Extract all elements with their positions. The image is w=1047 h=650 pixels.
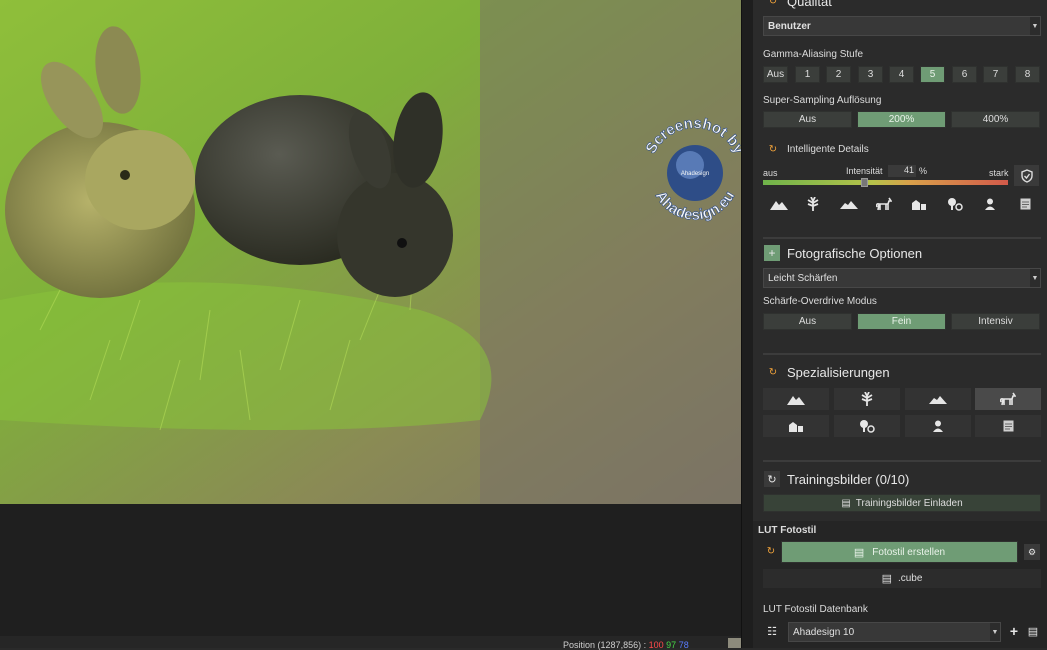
shield-check-icon[interactable] [1014, 165, 1039, 186]
spec-document-button[interactable] [975, 415, 1041, 437]
lut-title: LUT Fotostil [758, 525, 817, 536]
supersampling-off[interactable]: Aus [763, 111, 852, 128]
spec-person-button[interactable] [905, 415, 971, 437]
refresh-icon[interactable]: ↻ [765, 545, 777, 557]
create-style-label: Fotostil erstellen [872, 546, 946, 558]
objects-icon [859, 419, 875, 433]
export-cube-button[interactable]: ▤ .cube [763, 569, 1041, 588]
hills-icon[interactable] [837, 194, 861, 214]
spec-mountain-button[interactable] [763, 388, 829, 410]
gamma-option-1[interactable]: 1 [795, 66, 820, 83]
details-intensity-label: Intensität [846, 166, 883, 176]
save-icon: ▤ [841, 497, 851, 509]
gamma-option-6[interactable]: 6 [952, 66, 977, 83]
lut-db-value: Ahadesign 10 [793, 626, 855, 638]
photo-preview[interactable]: Ahadesign Screenshot by Ahadesign.eu [0, 0, 741, 504]
divider [763, 353, 1041, 355]
spec-horse-button[interactable] [975, 388, 1041, 410]
sharpen-preset-select[interactable]: Leicht Schärfen ▼ [763, 268, 1041, 288]
settings-panel: ↻ Qualität Benutzer ▼ Gamma-Aliasing Stu… [753, 0, 1047, 648]
horse-icon[interactable] [872, 194, 896, 214]
details-min-label: aus [763, 168, 778, 178]
gamma-option-off[interactable]: Aus [763, 66, 788, 83]
spec-objects-button[interactable] [834, 415, 900, 437]
chevron-down-icon: ▼ [1030, 269, 1040, 287]
details-value[interactable]: 41 [888, 165, 916, 177]
chevron-down-icon: ▼ [1030, 17, 1040, 35]
overdrive-intense[interactable]: Intensiv [951, 313, 1040, 330]
plant-icon[interactable] [801, 194, 825, 214]
sharpen-preset-value: Leicht Schärfen [768, 272, 838, 284]
document-plus-icon: ▤ [853, 546, 865, 559]
gamma-option-2[interactable]: 2 [826, 66, 851, 83]
create-style-button[interactable]: ▤ Fotostil erstellen [781, 541, 1018, 563]
training-load-button[interactable]: ▤ Trainingsbilder Einladen [763, 494, 1041, 512]
details-unit: % [919, 166, 928, 176]
hills-icon [929, 394, 947, 404]
quality-title: Qualität [787, 0, 832, 9]
divider [763, 237, 1041, 239]
overdrive-label: Schärfe-Overdrive Modus [763, 296, 877, 307]
horse-icon [1000, 392, 1016, 406]
gamma-option-5[interactable]: 5 [920, 66, 945, 83]
refresh-icon[interactable]: ↻ [767, 0, 779, 7]
objects-icon[interactable] [943, 194, 967, 214]
divider [763, 460, 1041, 462]
person-icon [932, 420, 944, 432]
overdrive-off[interactable]: Aus [763, 313, 852, 330]
photo-options-title: Fotografische Optionen [787, 246, 923, 261]
mountain-icon [787, 393, 805, 405]
person-icon[interactable] [978, 194, 1002, 214]
buildings-icon [788, 420, 804, 432]
refresh-icon[interactable]: ↻ [767, 143, 779, 155]
details-slider-handle[interactable] [861, 178, 868, 187]
details-title: Intelligente Details [787, 144, 869, 155]
file-icon: ▤ [881, 573, 892, 585]
details-max-label: stark [989, 168, 1009, 178]
supersampling-400[interactable]: 400% [951, 111, 1040, 128]
document-icon [1003, 420, 1014, 432]
canvas-background [0, 504, 741, 636]
specializations-title: Spezialisierungen [787, 365, 890, 380]
gamma-option-7[interactable]: 7 [983, 66, 1008, 83]
training-load-label: Trainingsbilder Einladen [855, 497, 963, 509]
spec-plant-button[interactable] [834, 388, 900, 410]
position-readout: Position (1287,856) : 100 97 78 [563, 640, 689, 650]
training-title: Trainingsbilder (0/10) [787, 472, 910, 487]
spec-hills-button[interactable] [905, 388, 971, 410]
settings-icon[interactable]: ⚙ [1024, 544, 1040, 560]
gamma-option-8[interactable]: 8 [1015, 66, 1040, 83]
mountain-icon[interactable] [767, 194, 791, 214]
quality-preset-select[interactable]: Benutzer ▼ [763, 16, 1041, 36]
supersampling-200[interactable]: 200% [857, 111, 946, 128]
supersampling-label: Super-Sampling Auflösung [763, 95, 882, 106]
spec-buildings-button[interactable] [763, 415, 829, 437]
lut-db-select[interactable]: Ahadesign 10 ▼ [788, 622, 1001, 642]
document-icon[interactable] [1013, 194, 1037, 214]
refresh-icon[interactable]: ↻ [767, 366, 779, 378]
gamma-option-3[interactable]: 3 [858, 66, 883, 83]
copy-icon[interactable]: ▤ [1026, 623, 1040, 639]
svg-text:Ahadesign: Ahadesign [681, 171, 709, 177]
plant-icon [860, 392, 874, 406]
gamma-option-4[interactable]: 4 [889, 66, 914, 83]
add-icon[interactable]: + [1007, 623, 1021, 639]
details-slider-track[interactable] [763, 180, 1008, 185]
plus-icon[interactable]: + [764, 245, 780, 261]
chevron-down-icon: ▼ [990, 623, 1000, 641]
gamma-label: Gamma-Aliasing Stufe [763, 49, 864, 60]
sync-icon[interactable]: ↻ [764, 471, 780, 487]
quality-preset-value: Benutzer [768, 20, 811, 32]
export-cube-label: .cube [897, 573, 923, 584]
status-bar: Position (1287,856) : 100 97 78 [0, 636, 748, 650]
grid-list-icon[interactable]: ☷ [764, 624, 780, 638]
overdrive-fine[interactable]: Fein [857, 313, 946, 330]
buildings-icon[interactable] [907, 194, 931, 214]
lut-db-label: LUT Fotostil Datenbank [763, 604, 868, 615]
